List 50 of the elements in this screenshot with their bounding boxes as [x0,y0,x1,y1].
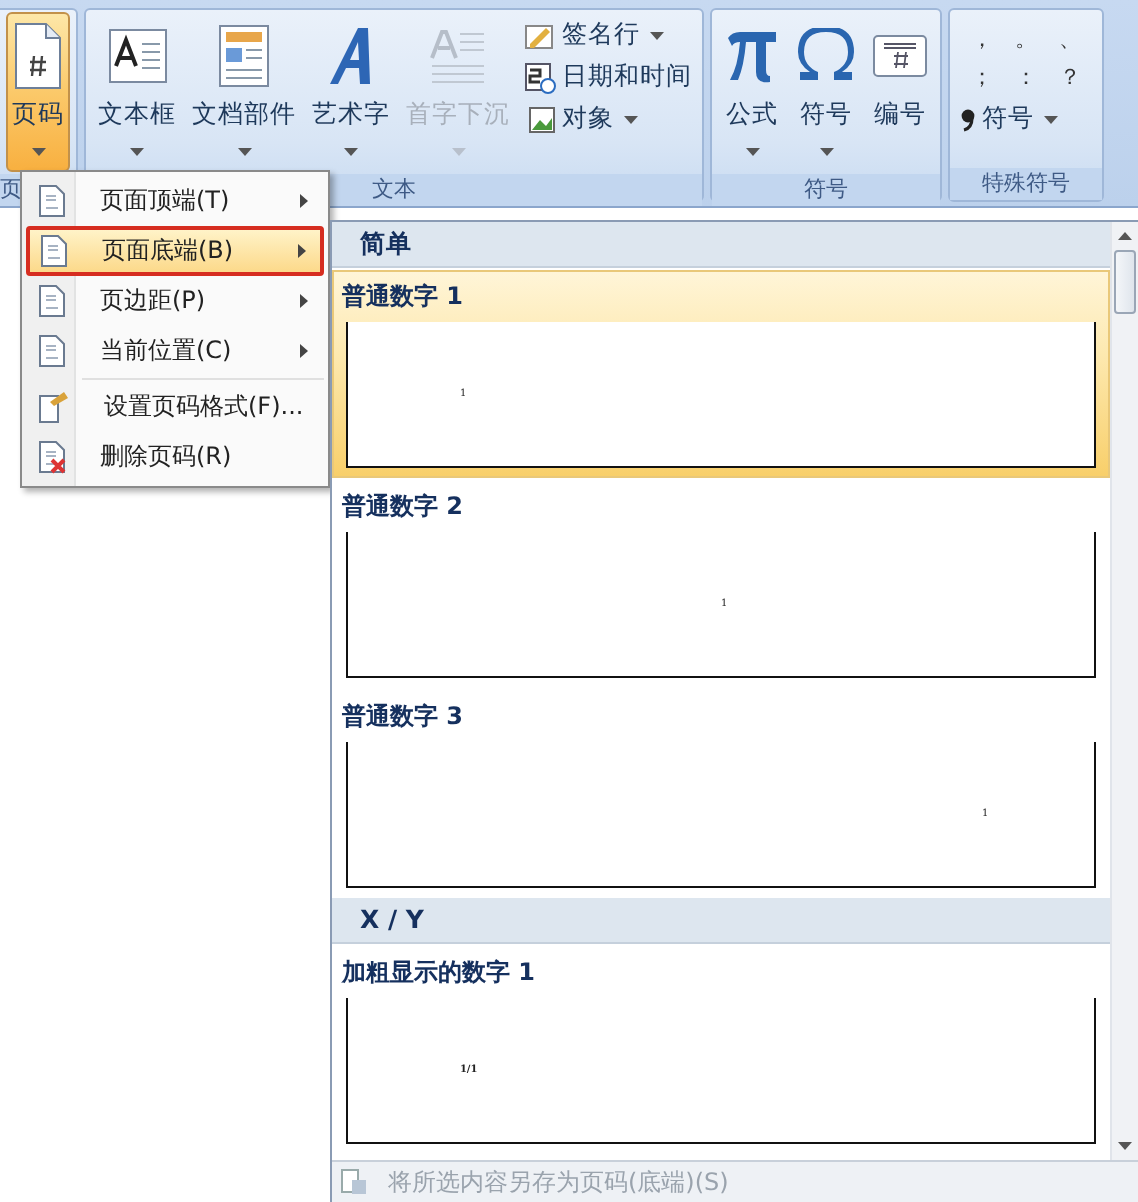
symbol-button[interactable]: ； [964,62,1000,92]
page-number-icon [12,22,64,90]
scrollbar[interactable] [1110,222,1138,1160]
menu-item[interactable]: 页面顶端(T) [26,176,324,226]
menu-item[interactable]: 页面底端(B) [26,226,324,276]
drop-cap-icon [428,26,488,86]
ribbon-button[interactable]: 文档部件 [186,12,302,172]
scroll-thumb[interactable] [1114,250,1136,314]
symbol-button[interactable]: ， [964,24,1000,54]
page-icon [38,334,66,368]
menu-item[interactable]: 设置页码格式(F)... [26,382,324,432]
document-parts-icon [218,24,270,88]
group-label: 页 [0,176,22,202]
group-label: 特殊符号 [982,170,1070,196]
save-selection-icon [340,1168,368,1196]
ribbon-small-button[interactable]: 签名行 [520,16,696,54]
pi-icon [724,28,780,84]
symbol-button[interactable]: 、 [1052,24,1088,54]
comma-icon [960,107,976,131]
group-label: 符号 [804,176,848,202]
ribbon-button[interactable]: 编号 [866,12,934,172]
menu-item[interactable]: 当前位置(C) [26,326,324,376]
omega-icon [796,28,856,84]
page-icon [40,234,68,268]
signature-icon [524,21,556,49]
ribbon-button[interactable]: 页码 [6,12,70,172]
delete-page-icon [38,440,66,474]
menu-item[interactable]: 页边距(P) [26,276,324,326]
format-icon [38,390,70,424]
scroll-up-icon[interactable] [1118,232,1132,240]
text-box-icon [107,28,167,84]
group-label: 文本 [372,176,416,202]
object-icon [524,105,556,133]
ribbon-small-button[interactable]: 符号 [956,100,1062,138]
ribbon-button[interactable]: 文本框 [92,12,182,172]
ribbon-small-button[interactable]: 日期和时间 [520,58,696,96]
scroll-down-icon[interactable] [1118,1142,1132,1150]
page-icon [38,184,66,218]
ribbon-button[interactable]: 公式 [718,12,786,172]
ribbon-button[interactable]: 符号 [790,12,862,172]
ribbon-button[interactable]: 艺术字 [306,12,396,172]
section-header: 简单 [332,222,1110,268]
ribbon-small-button[interactable]: 对象 [520,100,696,138]
page-icon [38,284,66,318]
symbol-button[interactable]: ： [1008,62,1044,92]
symbol-button[interactable]: 。 [1008,24,1044,54]
section-header: X / Y [332,898,1110,944]
symbol-button[interactable]: ？ [1052,62,1088,92]
numbering-icon [872,34,928,78]
menu-item[interactable]: 删除页码(R) [26,432,324,482]
